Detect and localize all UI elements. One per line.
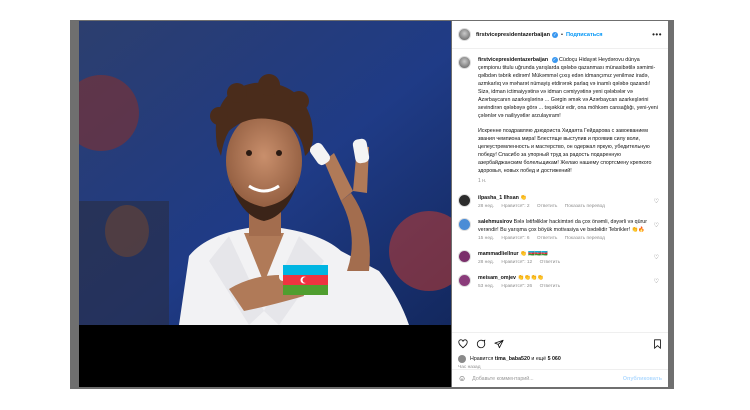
liker-avatar xyxy=(458,355,466,363)
reply-button[interactable]: Ответить xyxy=(540,260,561,265)
author-avatar[interactable] xyxy=(458,28,471,41)
comment-item: ilpasha_1 Ilhsan 👏 28 нед. Нравится": 2 … xyxy=(452,194,668,209)
comment-time: 28 нед. xyxy=(478,260,495,265)
verified-badge-icon: ✓ xyxy=(552,31,558,38)
caption-avatar[interactable] xyxy=(458,56,471,69)
emoji-icon[interactable]: ☺ xyxy=(458,374,466,383)
likes-mid: и ещё xyxy=(531,356,547,362)
like-comment-icon[interactable]: ♡ xyxy=(654,278,659,285)
comment-item: salehmusirov Bələ lətifəliklər hackimtər… xyxy=(452,218,668,241)
like-comment-icon[interactable]: ♡ xyxy=(654,254,659,261)
reply-button[interactable]: Ответить xyxy=(540,284,561,289)
comment-username[interactable]: mammadliellnur xyxy=(478,251,519,257)
reply-button[interactable]: Ответить xyxy=(537,204,558,209)
post-sidebar: firstvicepresidentazerbaijan ✓ • Подписа… xyxy=(452,21,668,387)
likes-count[interactable]: 5 060 xyxy=(548,356,561,362)
comment-time: 28 нед. xyxy=(478,204,495,209)
translate-link[interactable]: Показать перевод xyxy=(565,204,605,209)
comment-item: mammadliellnur 👏 🇦🇿🇦🇿🇦🇿 28 нед. Нравится… xyxy=(452,250,668,265)
likes-prefix: Нравится xyxy=(470,356,494,362)
comment-time: 53 нед. xyxy=(478,284,495,289)
caption-username[interactable]: firstvicepresidentazerbaijan xyxy=(478,57,548,63)
like-comment-icon[interactable]: ♡ xyxy=(654,198,659,205)
post-header: firstvicepresidentazerbaijan ✓ • Подписа… xyxy=(452,21,668,49)
separator-dot: • xyxy=(561,31,563,38)
author-username[interactable]: firstvicepresidentazerbaijan xyxy=(476,32,550,38)
comment-username[interactable]: salehmusirov xyxy=(478,219,512,225)
like-comment-icon[interactable]: ♡ xyxy=(654,222,659,229)
caption-time: 1 н. xyxy=(478,178,487,184)
comment-username[interactable]: meisam_omjev xyxy=(478,275,516,281)
comment-avatar[interactable] xyxy=(458,250,471,263)
post-media[interactable] xyxy=(79,21,451,387)
more-options-icon[interactable]: ••• xyxy=(652,30,662,39)
comment-input[interactable]: Добавьте комментарий... xyxy=(472,376,623,382)
comment-bubble-icon[interactable] xyxy=(476,339,486,349)
comment-item: meisam_omjev 👏👏👏👏 53 нед. Нравится": 26 … xyxy=(452,274,668,289)
comments-scroll-area[interactable]: firstvicepresidentazerbaijan ✓ Cüdoçu Hi… xyxy=(452,49,668,332)
follow-button[interactable]: Подписаться xyxy=(566,32,603,38)
comment-time: 15 нед. xyxy=(478,236,495,241)
comment-text: 👏 xyxy=(520,195,528,201)
likes-summary[interactable]: Нравится tima_baba520 и ещё 5 060 xyxy=(452,350,668,363)
azerbaijan-flag-patch xyxy=(283,265,328,295)
comment-likes[interactable]: Нравится": 2 xyxy=(501,204,529,209)
comment-avatar[interactable] xyxy=(458,274,471,287)
caption-text-ru: Искренне поздравляю дзюдоиста Хидаята Ге… xyxy=(478,128,652,174)
share-send-icon[interactable] xyxy=(494,339,504,349)
comment-likes[interactable]: Нравится": 6 xyxy=(501,236,529,241)
caption-text-az: Cüdoçu Hidayət Heydərovu dünya çempionu … xyxy=(478,57,658,119)
comment-avatar[interactable] xyxy=(458,218,471,231)
likes-user[interactable]: tima_baba520 xyxy=(495,356,530,362)
comment-text: 👏👏👏👏 xyxy=(517,275,544,281)
comment-username[interactable]: ilpasha_1 Ilhsan xyxy=(478,195,519,201)
like-heart-icon[interactable] xyxy=(458,339,468,349)
add-comment-bar: ☺ Добавьте комментарий... Опубликовать xyxy=(452,369,668,387)
comment-text: 👏 🇦🇿🇦🇿🇦🇿 xyxy=(520,251,548,257)
post-caption: firstvicepresidentazerbaijan ✓ Cüdoçu Hi… xyxy=(452,49,668,185)
translate-link[interactable]: Показать перевод xyxy=(565,236,605,241)
bookmark-icon[interactable] xyxy=(653,339,662,349)
reply-button[interactable]: Ответить xyxy=(537,236,558,241)
publish-button[interactable]: Опубликовать xyxy=(623,376,662,382)
verified-badge-icon: ✓ xyxy=(551,56,558,63)
comment-likes[interactable]: Нравится": 26 xyxy=(501,284,532,289)
post-photo xyxy=(79,21,451,325)
comment-likes[interactable]: Нравится": 12 xyxy=(501,260,532,265)
comment-avatar[interactable] xyxy=(458,194,471,207)
